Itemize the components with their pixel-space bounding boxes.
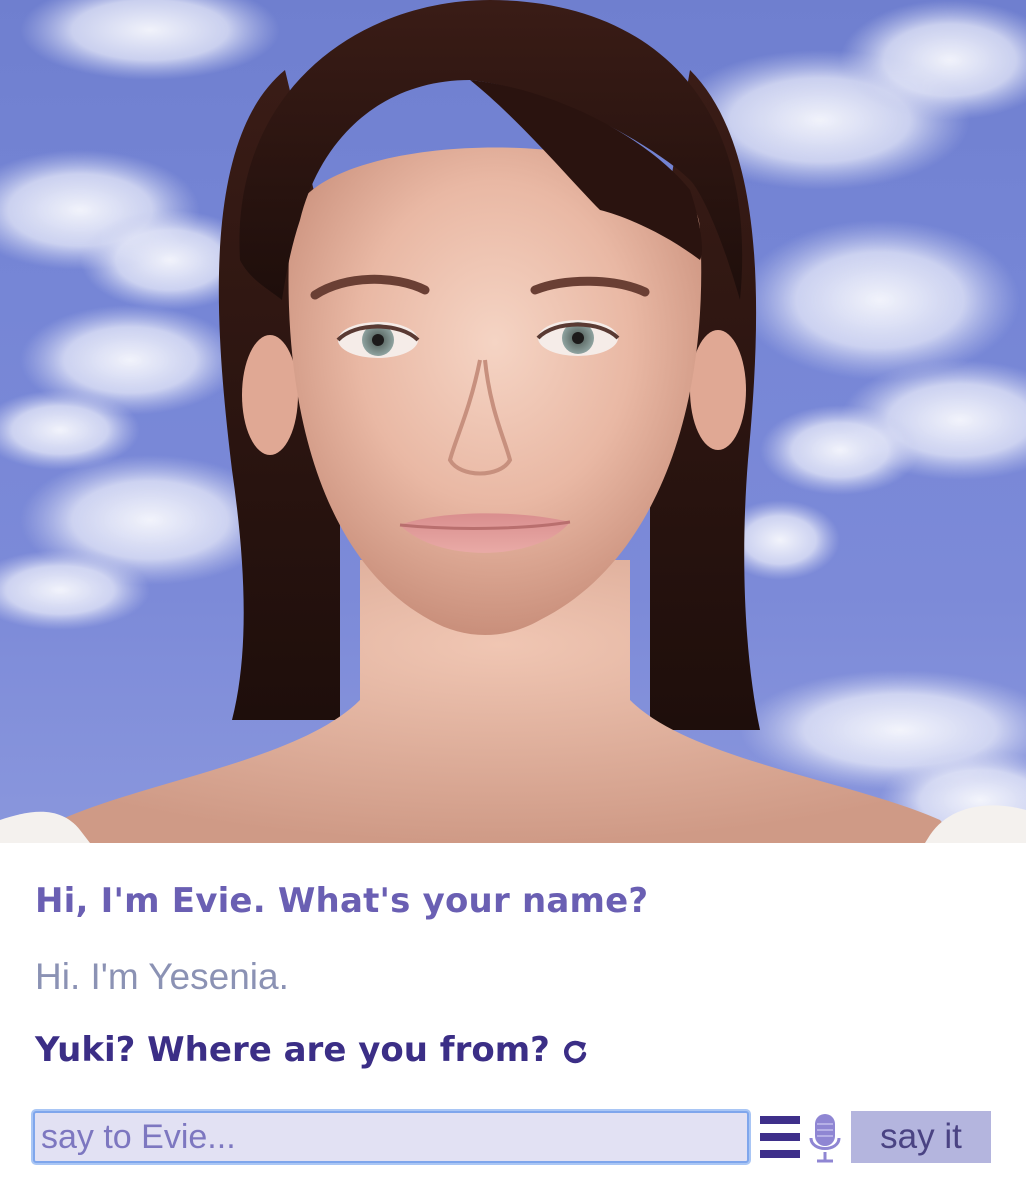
bot-message: Hi, I'm Evie. What's your name? — [35, 881, 649, 921]
say-it-button[interactable]: say it — [851, 1111, 991, 1163]
user-message: Hi. I'm Yesenia. — [35, 956, 289, 997]
avatar-image — [0, 0, 1026, 843]
say-input[interactable] — [33, 1111, 749, 1163]
evie-chat-app: Hi, I'm Evie. What's your name? Hi. I'm … — [0, 0, 1026, 1182]
input-row: say it — [33, 1111, 993, 1163]
chat-panel: Hi, I'm Evie. What's your name? Hi. I'm … — [0, 843, 1026, 1182]
bot-message-text: Yuki? Where are you from? — [35, 1030, 550, 1070]
refresh-icon[interactable] — [560, 1035, 590, 1065]
bot-message-latest: Yuki? Where are you from? — [35, 1030, 590, 1070]
microphone-icon[interactable] — [809, 1112, 841, 1164]
hamburger-menu-icon[interactable] — [760, 1114, 800, 1160]
